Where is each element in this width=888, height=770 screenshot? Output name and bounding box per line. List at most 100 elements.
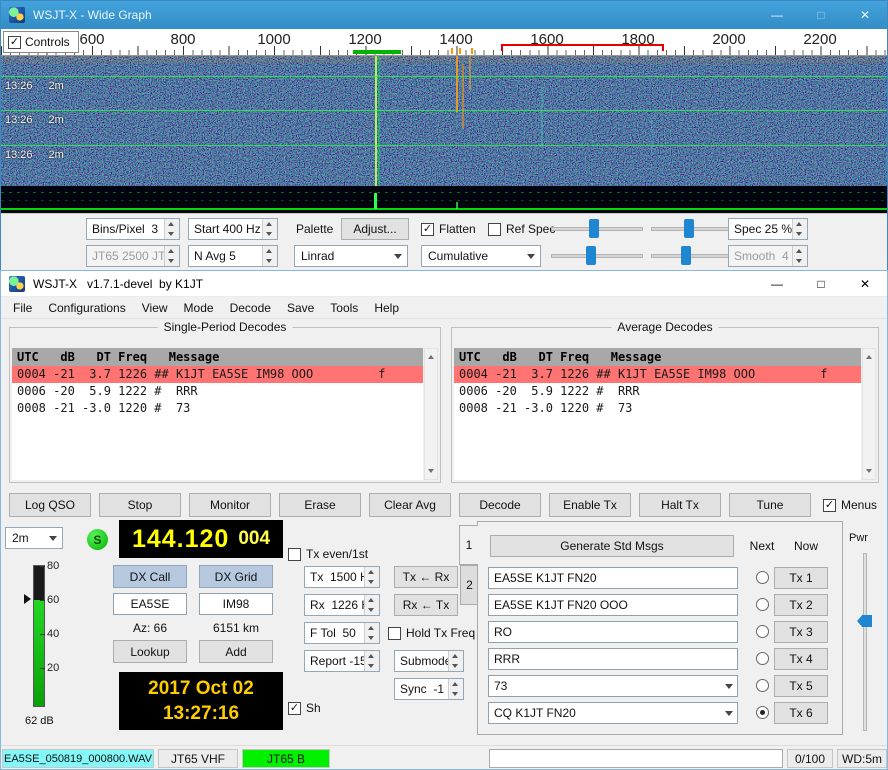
lookup-button[interactable]: Lookup (113, 640, 187, 663)
display-mode-combo[interactable]: Cumulative (421, 245, 541, 267)
decode-row[interactable]: 0008 -21 -3.0 1220 # 73 (12, 400, 423, 417)
tx2-button[interactable]: Tx 2 (774, 594, 828, 616)
menu-save[interactable]: Save (279, 299, 322, 317)
dx-call-field[interactable]: EA5SE (113, 593, 187, 615)
stop-button[interactable]: Stop (99, 493, 181, 517)
add-button[interactable]: Add (199, 640, 273, 663)
f-tol-spinner[interactable]: F Tol 50 (304, 622, 380, 644)
pwr-slider-handle[interactable] (857, 615, 872, 627)
sh-checkbox[interactable]: Sh (288, 700, 321, 716)
erase-button[interactable]: Erase (279, 493, 361, 517)
log-qso-button[interactable]: Log QSO (9, 493, 91, 517)
jt65-jt9-split-spinner[interactable]: JT65 2500 JT9 (86, 245, 180, 267)
tx6-radio[interactable] (756, 706, 769, 719)
message-field-2[interactable]: EA5SE K1JT FN20 OOO (488, 594, 738, 616)
scrollbar[interactable] (862, 348, 876, 480)
menu-tools[interactable]: Tools (322, 299, 366, 317)
band-combo[interactable]: 2m (5, 527, 63, 549)
close-icon[interactable]: ✕ (843, 271, 887, 296)
spinner-arrows-icon[interactable] (164, 219, 179, 239)
tune-button[interactable]: Tune (729, 493, 811, 517)
message-combo-5[interactable]: 73 (488, 675, 738, 697)
gain-slider[interactable] (551, 219, 643, 238)
tab-1[interactable]: 1 (459, 525, 478, 565)
tx5-button[interactable]: Tx 5 (774, 675, 828, 697)
menus-checkbox[interactable]: Menus (823, 497, 877, 513)
spinner-arrows-icon[interactable] (262, 246, 277, 266)
halt-tx-button[interactable]: Halt Tx (639, 493, 721, 517)
waterfall-display[interactable]: 13:26 2m 13:26 2m 13:26 2m (1, 56, 888, 186)
minimize-icon[interactable]: — (755, 271, 799, 296)
maximize-icon[interactable]: □ (799, 271, 843, 296)
n-avg-spinner[interactable]: N Avg 5 (188, 245, 278, 267)
sync-spinner[interactable]: Sync -1 (394, 678, 464, 700)
single-decodes-list[interactable]: 0004 -21 3.7 1226 ## K1JT EA5SE IM98 OOO… (12, 366, 423, 480)
spinner-arrows-icon[interactable] (792, 246, 807, 266)
report-spinner[interactable]: Report -15 (304, 650, 380, 672)
menu-decode[interactable]: Decode (222, 299, 279, 317)
tx-even-checkbox[interactable]: Tx even/1st (288, 546, 368, 562)
ref-spec-checkbox[interactable]: Ref Spec (488, 221, 555, 237)
decode-row[interactable]: 0006 -20 5.9 1222 # RRR (454, 383, 861, 400)
tx1-button[interactable]: Tx 1 (774, 567, 828, 589)
gain2-slider[interactable] (551, 246, 643, 265)
smooth-spinner[interactable]: Smooth 4 (728, 245, 808, 267)
tx5-radio[interactable] (756, 679, 769, 692)
spinner-arrows-icon[interactable] (364, 623, 379, 643)
tx-freq-spinner[interactable]: Tx 1500 Hz (304, 566, 380, 588)
spinner-arrows-icon[interactable] (364, 567, 379, 587)
message-field-1[interactable]: EA5SE K1JT FN20 (488, 567, 738, 589)
menu-view[interactable]: View (134, 299, 176, 317)
tx6-button[interactable]: Tx 6 (774, 702, 828, 724)
wide-graph-titlebar[interactable]: WSJT-X - Wide Graph — □ ✕ (1, 1, 887, 29)
spec-percent-spinner[interactable]: Spec 25 % (728, 218, 808, 240)
generate-std-msgs-button[interactable]: Generate Std Msgs (490, 535, 734, 557)
tx3-radio[interactable] (756, 625, 769, 638)
pwr-slider-track[interactable] (863, 553, 867, 731)
maximize-icon[interactable]: □ (799, 1, 843, 29)
bins-per-pixel-spinner[interactable]: Bins/Pixel 3 (86, 218, 180, 240)
message-field-4[interactable]: RRR (488, 648, 738, 670)
average-decodes-list[interactable]: 0004 -21 3.7 1226 ## K1JT EA5SE IM98 OOO… (454, 366, 861, 480)
menu-file[interactable]: File (5, 299, 40, 317)
message-field-3[interactable]: RO (488, 621, 738, 643)
submode-spinner[interactable]: Submode B (394, 650, 464, 672)
dx-grid-field[interactable]: IM98 (199, 593, 273, 615)
adjust-palette-button[interactable]: Adjust... (341, 218, 409, 240)
minimize-icon[interactable]: — (755, 1, 799, 29)
tx4-button[interactable]: Tx 4 (774, 648, 828, 670)
palette-combo[interactable]: Linrad (294, 245, 408, 267)
spinner-arrows-icon[interactable] (262, 219, 277, 239)
main-titlebar[interactable]: WSJT-X v1.7.1-devel by K1JT — □ ✕ (1, 271, 887, 297)
tx3-button[interactable]: Tx 3 (774, 621, 828, 643)
tab-2[interactable]: 2 (460, 565, 478, 605)
tx2-radio[interactable] (756, 598, 769, 611)
flatten-checkbox[interactable]: Flatten (421, 221, 476, 237)
dx-grid-button[interactable]: DX Grid (199, 565, 273, 588)
decode-row[interactable]: 0004 -21 3.7 1226 ## K1JT EA5SE IM98 OOO… (454, 366, 861, 383)
scrollbar[interactable] (424, 348, 438, 480)
tx1-radio[interactable] (756, 571, 769, 584)
controls-checkbox[interactable]: Controls (3, 31, 79, 53)
menu-mode[interactable]: Mode (176, 299, 222, 317)
enable-tx-button[interactable]: Enable Tx (549, 493, 631, 517)
rx-from-tx-button[interactable]: Rx ← Tx (394, 594, 458, 616)
monitor-button[interactable]: Monitor (189, 493, 271, 517)
menu-configurations[interactable]: Configurations (40, 299, 133, 317)
tx-from-rx-button[interactable]: Tx ← Rx (394, 566, 458, 588)
message-combo-6[interactable]: CQ K1JT FN20 (488, 702, 738, 724)
decode-button[interactable]: Decode (459, 493, 541, 517)
spinner-arrows-icon[interactable] (164, 246, 179, 266)
spinner-arrows-icon[interactable] (792, 219, 807, 239)
decode-row[interactable]: 0004 -21 3.7 1226 ## K1JT EA5SE IM98 OOO… (12, 366, 423, 383)
clear-avg-button[interactable]: Clear Avg (369, 493, 451, 517)
decode-row[interactable]: 0008 -21 -3.0 1220 # 73 (454, 400, 861, 417)
close-icon[interactable]: ✕ (843, 1, 887, 29)
dx-call-button[interactable]: DX Call (113, 565, 187, 588)
rx-freq-spinner[interactable]: Rx 1226 Hz (304, 594, 380, 616)
tx4-radio[interactable] (756, 652, 769, 665)
spinner-arrows-icon[interactable] (364, 595, 379, 615)
menu-help[interactable]: Help (366, 299, 407, 317)
frequency-scale[interactable]: Controls 600 800 1000 1200 1400 1600 180… (1, 29, 888, 56)
spinner-arrows-icon[interactable] (364, 651, 379, 671)
